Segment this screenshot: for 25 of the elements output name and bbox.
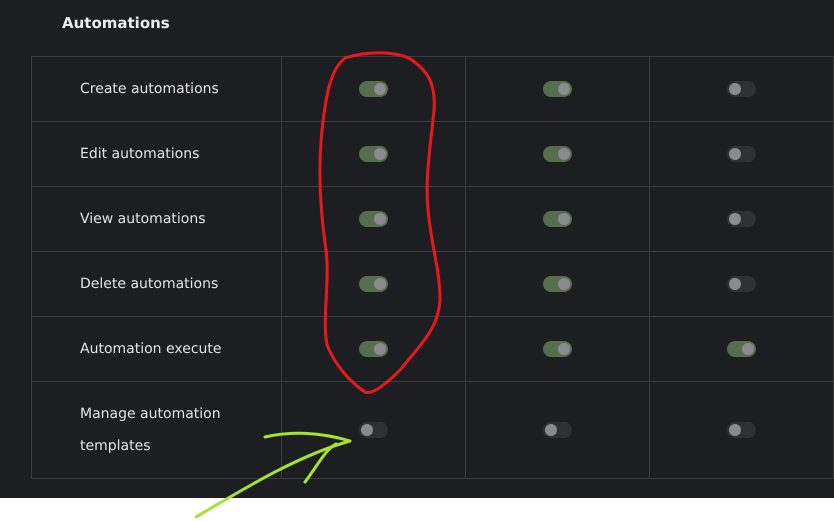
toggle-switch[interactable] xyxy=(727,146,756,162)
toggle-switch[interactable] xyxy=(727,341,756,357)
permission-label: Create automations xyxy=(80,80,219,99)
toggle-switch[interactable] xyxy=(727,422,756,438)
toggle-switch[interactable] xyxy=(727,276,756,292)
permission-label: Delete automations xyxy=(80,275,218,294)
toggle-switch[interactable] xyxy=(543,211,572,227)
toggle-switch[interactable] xyxy=(727,211,756,227)
toggle-switch[interactable] xyxy=(543,146,572,162)
permission-label: Manage automation templates xyxy=(80,405,222,456)
toggle-switch[interactable] xyxy=(359,276,388,292)
toggle-switch[interactable] xyxy=(359,341,388,357)
toggle-switch[interactable] xyxy=(543,276,572,292)
toggle-switch[interactable] xyxy=(543,81,572,97)
permission-label: Edit automations xyxy=(80,145,200,164)
toggle-switch[interactable] xyxy=(359,146,388,162)
toggle-switch[interactable] xyxy=(543,422,572,438)
permission-label: Automation execute xyxy=(80,340,222,359)
toggle-switch[interactable] xyxy=(359,211,388,227)
toggle-switch[interactable] xyxy=(543,341,572,357)
section-title: Automations xyxy=(62,13,171,34)
toggle-switch[interactable] xyxy=(727,81,756,97)
permission-label: View automations xyxy=(80,210,206,229)
toggle-switch[interactable] xyxy=(359,422,388,438)
toggle-switch[interactable] xyxy=(359,81,388,97)
